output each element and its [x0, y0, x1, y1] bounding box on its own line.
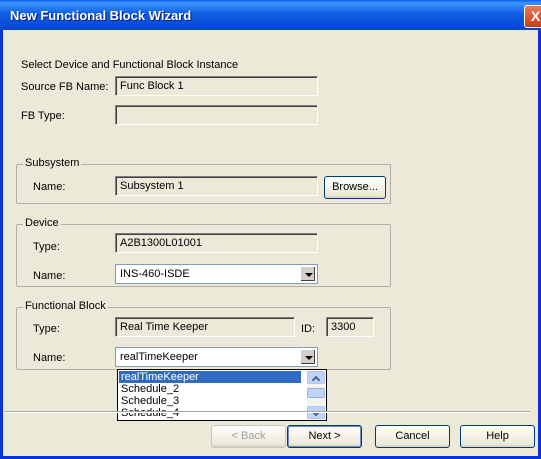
help-button[interactable]: Help [460, 425, 535, 448]
browse-button[interactable]: Browse... [324, 176, 386, 199]
close-button[interactable]: X [524, 5, 541, 28]
dropdown-option[interactable]: Schedule_2 [119, 383, 301, 395]
dropdown-option[interactable]: realTimeKeeper [119, 371, 301, 383]
dropdown-option[interactable]: Schedule_3 [119, 395, 301, 407]
back-button[interactable]: < Back [211, 425, 286, 448]
device-type-label: Type: [33, 241, 60, 253]
subsystem-name-label: Name: [33, 181, 66, 193]
cancel-button[interactable]: Cancel [375, 425, 450, 448]
device-name-value: INS-460-ISDE [120, 268, 190, 280]
scroll-up-button[interactable] [307, 371, 325, 385]
fb-type-field [115, 105, 318, 125]
chevron-down-icon [305, 273, 313, 277]
intro-text: Select Device and Functional Block Insta… [21, 59, 239, 71]
fb-type-value-field: Real Time Keeper [115, 317, 295, 337]
fb-name-dropdown-list[interactable]: realTimeKeeper Schedule_2 Schedule_3 Sch… [117, 369, 327, 421]
functional-block-group-title: Functional Block [23, 300, 108, 312]
chevron-up-icon [311, 375, 321, 385]
subsystem-group-title: Subsystem [23, 157, 82, 169]
fb-id-field: 3300 [326, 317, 374, 337]
source-fb-name-field: Func Block 1 [115, 76, 318, 96]
scroll-thumb[interactable] [307, 388, 325, 398]
device-type-field: A2B1300L01001 [115, 233, 318, 253]
fb-name-select[interactable]: realTimeKeeper [115, 347, 318, 367]
device-group-title: Device [23, 217, 61, 229]
fb-type-label: FB Type: [21, 110, 65, 122]
device-name-select[interactable]: INS-460-ISDE [115, 264, 318, 284]
close-icon: X [530, 8, 541, 24]
window-title: New Functional Block Wizard [10, 8, 192, 23]
subsystem-name-field: Subsystem 1 [115, 176, 318, 196]
button-separator [5, 411, 530, 413]
fb-type-row-label: Type: [33, 323, 60, 335]
chevron-down-icon [305, 356, 313, 360]
fb-name-value: realTimeKeeper [120, 351, 198, 363]
fb-id-label: ID: [301, 323, 316, 335]
device-dropdown-button[interactable] [300, 266, 316, 282]
title-bar[interactable]: New Functional Block Wizard X [0, 0, 541, 30]
next-button[interactable]: Next > [287, 425, 362, 448]
fb-dropdown-button[interactable] [300, 349, 316, 365]
source-fb-name-label: Source FB Name: [21, 81, 109, 93]
fb-name-label: Name: [33, 352, 66, 364]
dropdown-option[interactable]: Schedule_4 [119, 407, 301, 419]
device-name-label: Name: [33, 270, 66, 282]
